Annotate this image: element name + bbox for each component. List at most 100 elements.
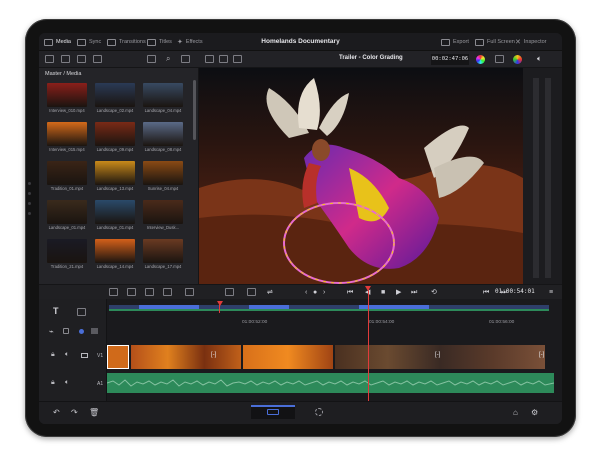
viewer-clip-title[interactable]: Trailer - Color Grading: [339, 55, 403, 61]
timeline-ruler[interactable]: 01:00:52:00 01:00:54:00 01:00:56:00: [107, 319, 562, 329]
place-on-top-icon[interactable]: [225, 288, 234, 296]
media-clip[interactable]: Sunrise_04.mp4: [143, 161, 183, 191]
panel-toggle-icon[interactable]: [45, 55, 54, 63]
media-clip[interactable]: Landscape_04.mp4: [143, 83, 183, 113]
timeline-overview[interactable]: [109, 302, 549, 312]
play-icon[interactable]: ▶: [396, 288, 401, 297]
video-viewer[interactable]: [199, 68, 523, 284]
media-clip[interactable]: Interview_Dusk...: [143, 200, 183, 230]
redo-icon[interactable]: ↷: [71, 409, 78, 417]
append-icon[interactable]: [247, 288, 256, 296]
media-clip[interactable]: Interview_010.mp4: [47, 83, 87, 113]
speaker-icon[interactable]: 🔈︎: [537, 54, 542, 64]
media-clip[interactable]: Landscape_13.mp4: [95, 161, 135, 191]
prev-edit-icon[interactable]: ⏮: [483, 288, 489, 297]
home-icon[interactable]: ⌂: [513, 409, 518, 417]
viewer-frame-image: [199, 68, 523, 284]
ruler-label-1: 01:00:52:00: [242, 320, 268, 325]
clip-tool-icon[interactable]: [77, 308, 86, 316]
media-clip[interactable]: Tradition_21.mp4: [47, 239, 87, 269]
clip-selected[interactable]: [107, 345, 129, 369]
media-clip[interactable]: Landscape_17.mp4: [143, 239, 183, 269]
media-clip[interactable]: Landscape_14.mp4: [95, 239, 135, 269]
scope-icon[interactable]: [495, 55, 504, 63]
grid-view-icon[interactable]: [147, 55, 156, 63]
media-pool-scrollbar[interactable]: [193, 80, 196, 140]
import-icon[interactable]: [61, 55, 70, 63]
layout-icon-3[interactable]: [233, 55, 242, 63]
jog-right-icon[interactable]: ›: [323, 288, 325, 297]
ruler-label-3: 01:00:56:00: [489, 320, 515, 325]
ripple-icon[interactable]: ⇌: [267, 288, 273, 297]
overview-playhead-line: [219, 301, 220, 313]
v1-lock-icon[interactable]: 🔒︎: [51, 351, 55, 359]
clip-name: Landscape_04.mp4: [144, 108, 182, 113]
audio-track-a1[interactable]: [107, 373, 554, 393]
insert-icon[interactable]: [145, 288, 154, 296]
clip-name: Landscape_01.mp4: [96, 225, 134, 230]
settings-icon[interactable]: ⚙: [531, 409, 538, 417]
media-clip[interactable]: Landscape_01.mp4: [47, 200, 87, 230]
jog-dot-icon[interactable]: ●: [313, 288, 317, 297]
clip-sunset[interactable]: [131, 345, 241, 369]
clip-name: Landscape_14.mp4: [96, 264, 134, 269]
transition-marker-1[interactable]: [-]: [211, 352, 216, 358]
video-track-v1[interactable]: [-] [-] [-]: [107, 345, 554, 369]
menu-icon[interactable]: ≡: [549, 288, 553, 297]
clip-thumbnail: [143, 122, 183, 146]
ruler-label-2: 01:00:54:00: [369, 320, 395, 325]
media-clip[interactable]: Landscape_01.mp4: [95, 200, 135, 230]
clip-name: Interview_015.mp4: [49, 147, 85, 152]
transition-marker-3[interactable]: [-]: [539, 352, 544, 358]
timeline-panel: T ⌁ 🔒︎ 🔈︎ V1 🔒︎ 🔈︎ A1 01:00:52:00 01:00:…: [39, 299, 562, 401]
inspector-button[interactable]: ✕ Inspector: [515, 37, 547, 47]
snap-icon[interactable]: ⌁: [49, 327, 54, 336]
flag-icon[interactable]: [91, 328, 98, 334]
a1-lock-icon[interactable]: 🔒︎: [51, 379, 55, 387]
overview-playhead-marker[interactable]: [217, 301, 223, 306]
layout-icon-1[interactable]: [205, 55, 214, 63]
search-icon[interactable]: ⌕: [166, 54, 170, 64]
media-clip[interactable]: Interview_015.mp4: [47, 122, 87, 152]
trash-icon[interactable]: 🗑︎: [89, 409, 99, 417]
transport-timecode: 01:00:54:01: [495, 288, 535, 295]
media-clip[interactable]: Landscape_09.mp4: [95, 122, 135, 152]
playhead-handle[interactable]: [365, 286, 371, 291]
jog-left-icon[interactable]: ‹: [305, 288, 307, 297]
export-button[interactable]: Export: [441, 37, 469, 47]
stop-icon[interactable]: ■: [381, 288, 385, 297]
go-to-end-icon[interactable]: ⏭: [411, 288, 417, 297]
loop-icon[interactable]: ⟲: [431, 288, 437, 297]
layout-icon-2[interactable]: [219, 55, 228, 63]
color-picker-icon[interactable]: [513, 55, 522, 64]
clip-name: Tradition_01.mp4: [50, 186, 84, 191]
clip-thumbnail: [47, 239, 87, 263]
replace-icon[interactable]: [185, 288, 194, 296]
color-wheel-icon[interactable]: [476, 55, 485, 64]
link-toggle-icon[interactable]: [63, 328, 69, 334]
clip-thumbnail: [47, 200, 87, 224]
fullscreen-button[interactable]: Full Screen: [475, 37, 515, 47]
viewer-timecode: 00:02:47:06: [431, 54, 469, 65]
go-to-start-icon[interactable]: ⏮: [347, 288, 353, 297]
link-icon[interactable]: [77, 55, 86, 63]
bottom-page-bar: ↶ ↷ 🗑︎ ⌂ ⚙: [39, 401, 562, 424]
media-clip[interactable]: Landscape_02.mp4: [95, 83, 135, 113]
text-tool-icon[interactable]: T: [53, 306, 59, 316]
color-page-icon[interactable]: [315, 408, 323, 416]
marker-dot-icon[interactable]: [79, 329, 84, 334]
trim-tool-icon[interactable]: [109, 288, 118, 296]
overwrite-icon[interactable]: [163, 288, 172, 296]
v1-monitor-icon[interactable]: [81, 353, 88, 358]
clip-dusk[interactable]: [243, 345, 333, 369]
media-clip[interactable]: Landscape_08.mp4: [143, 122, 183, 152]
media-clip[interactable]: Tradition_01.mp4: [47, 161, 87, 191]
transition-marker-2[interactable]: [-]: [435, 352, 440, 358]
list-view-icon[interactable]: [181, 55, 190, 63]
a1-audio-icon[interactable]: 🔈︎: [65, 379, 69, 387]
tag-icon[interactable]: [93, 55, 102, 63]
transport-bar: ⇌ ‹ ● › ⏮ ◀ ■ ▶ ⏭ ⟲ ⏮ ⏭ 01:00:54:01 ≡: [39, 284, 562, 299]
undo-icon[interactable]: ↶: [53, 409, 60, 417]
blade-tool-icon[interactable]: [127, 288, 136, 296]
v1-audio-icon[interactable]: 🔈︎: [65, 351, 69, 359]
